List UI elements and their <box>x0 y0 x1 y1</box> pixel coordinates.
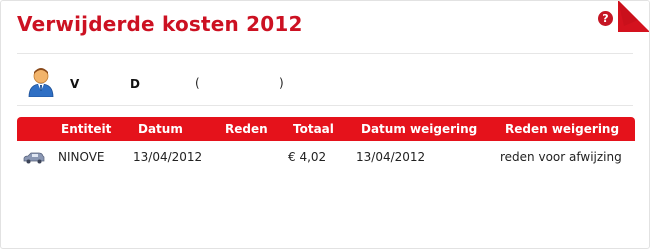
costs-panel: Verwijderde kosten 2012 ? V D ( ) Entite… <box>0 0 650 249</box>
user-divider <box>17 105 633 106</box>
column-header-datum: Datum <box>138 122 183 136</box>
header-divider <box>17 53 633 54</box>
user-id-paren-open: ( <box>195 76 200 90</box>
column-header-datum-weigering: Datum weigering <box>361 122 478 136</box>
user-last-name: D <box>130 77 140 91</box>
help-icon[interactable]: ? <box>598 11 613 26</box>
car-icon <box>23 152 45 164</box>
costs-table: Entiteit Datum Reden Totaal Datum weiger… <box>17 117 635 169</box>
user-avatar-icon <box>28 68 54 97</box>
table-header: Entiteit Datum Reden Totaal Datum weiger… <box>17 117 635 141</box>
cell-totaal: € 4,02 <box>288 150 327 164</box>
user-info-row: V D ( ) <box>1 67 649 101</box>
page-title: Verwijderde kosten 2012 <box>17 12 303 36</box>
cell-datum: 13/04/2012 <box>133 150 203 164</box>
user-id-paren-close: ) <box>279 76 284 90</box>
column-header-reden-weigering: Reden weigering <box>505 122 620 136</box>
page-corner-fold-icon <box>618 1 649 32</box>
table-row[interactable]: NINOVE 13/04/2012 € 4,02 13/04/2012 rede… <box>17 141 635 169</box>
cell-reden-weigering: reden voor afwijzing <box>500 150 622 164</box>
column-header-entiteit: Entiteit <box>61 122 112 136</box>
cell-entiteit: NINOVE <box>58 150 105 164</box>
user-first-name: V <box>70 77 80 91</box>
column-header-totaal: Totaal <box>293 122 334 136</box>
cell-datum-weigering: 13/04/2012 <box>356 150 426 164</box>
column-header-reden: Reden <box>225 122 268 136</box>
